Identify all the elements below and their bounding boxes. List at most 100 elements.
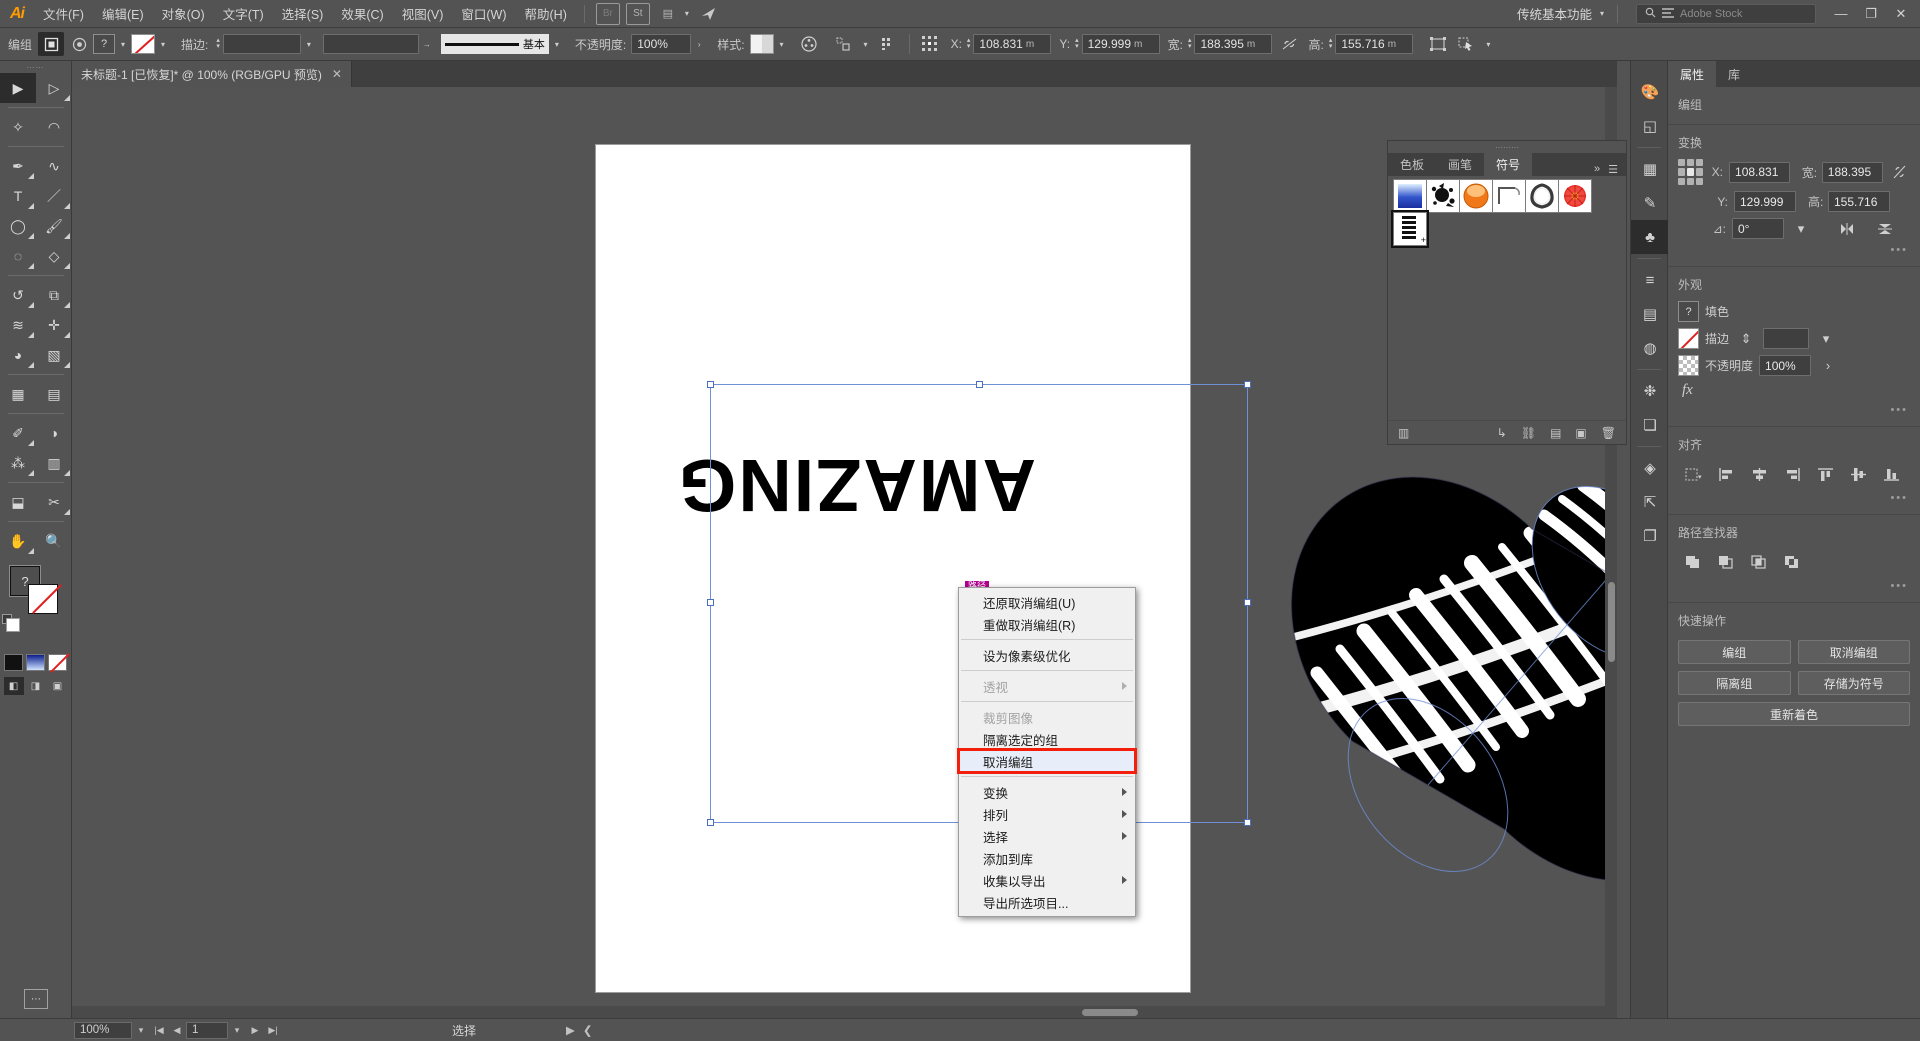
scale-tool[interactable]: ⧉: [36, 280, 72, 310]
tab-brushes[interactable]: 画笔: [1436, 153, 1484, 176]
direct-selection-tool[interactable]: ▷: [36, 73, 72, 103]
stroke-chevron-icon[interactable]: ▾: [155, 34, 171, 54]
workspace-switcher[interactable]: 传统基本功能: [1511, 2, 1598, 25]
paintbrush-tool[interactable]: 🖌: [36, 211, 72, 241]
symbol-blue-gradient[interactable]: [1393, 179, 1427, 213]
stroke-color-swatch[interactable]: [131, 34, 155, 54]
appearance-stroke-swatch[interactable]: [1678, 328, 1699, 349]
appearance-more-options[interactable]: •••: [1668, 402, 1920, 420]
color-guide-icon[interactable]: ◱: [1631, 109, 1669, 143]
pathfinder-more-options[interactable]: •••: [1668, 578, 1920, 596]
restore-button[interactable]: ❐: [1856, 1, 1886, 27]
symbol-libraries-icon[interactable]: ▥: [1388, 426, 1409, 440]
color-swatch-button[interactable]: [4, 654, 23, 671]
line-segment-tool[interactable]: ／: [36, 181, 72, 211]
full-screen-mode-icon[interactable]: ▣: [48, 677, 68, 695]
minus-front-icon[interactable]: [1711, 550, 1741, 574]
horizontal-scroll-thumb[interactable]: [1082, 1009, 1138, 1016]
zoom-chevron-icon[interactable]: ▾: [132, 1022, 150, 1039]
slice-tool[interactable]: ✂: [36, 487, 72, 517]
toolbar-grip[interactable]: ⋯⋯: [0, 61, 71, 73]
zoom-tool[interactable]: 🔍: [36, 526, 72, 556]
transform-x-field[interactable]: 108.831: [1729, 162, 1790, 183]
menu-select[interactable]: 选择(S): [273, 1, 333, 26]
stroke-weight-chevron-icon[interactable]: ▾: [1815, 329, 1837, 349]
intersect-icon[interactable]: [1744, 550, 1774, 574]
width-stepper[interactable]: ▴▾: [1188, 38, 1192, 50]
x-field[interactable]: 108.831 m: [973, 34, 1051, 54]
appearance-opacity-field[interactable]: 100%: [1759, 355, 1811, 376]
align-center-vertical-icon[interactable]: [1843, 462, 1873, 486]
delete-symbol-icon[interactable]: 🗑: [1601, 426, 1616, 440]
group-button[interactable]: 编组: [1678, 640, 1791, 664]
chevron-down-icon[interactable]: ▾: [685, 9, 689, 18]
selection-handle-br[interactable]: [1244, 819, 1251, 826]
document-tab[interactable]: 未标题-1 [已恢复]* @ 100% (RGB/GPU 预览) ✕: [72, 61, 352, 87]
reference-point-selector[interactable]: [1678, 159, 1703, 185]
fill-chevron-icon[interactable]: ▾: [115, 34, 131, 54]
zoom-level-field[interactable]: 100%: [74, 1022, 132, 1039]
transform-angle-field[interactable]: 0°: [1732, 218, 1784, 239]
gradient-tool[interactable]: ▤: [36, 379, 72, 409]
align-to-selection-icon[interactable]: ▾: [1678, 462, 1708, 486]
select-cursor-icon[interactable]: [1453, 32, 1479, 56]
width-tool[interactable]: ≋: [0, 310, 36, 340]
artboard-tool[interactable]: ⬓: [0, 487, 36, 517]
canvas-horizontal-scrollbar[interactable]: [72, 1006, 1617, 1018]
opacity-swatch-icon[interactable]: [1678, 355, 1699, 376]
pathfinder-panel-icon[interactable]: ❏: [1631, 408, 1669, 442]
next-artboard-icon[interactable]: ▶: [246, 1022, 264, 1039]
stroke-profile-preview[interactable]: 基本: [441, 34, 549, 54]
align-center-horizontal-icon[interactable]: [1744, 462, 1774, 486]
opacity-expand-icon[interactable]: ›: [1817, 356, 1839, 376]
pen-tool[interactable]: ✒: [0, 151, 36, 181]
swap-fill-stroke-icon[interactable]: [6, 618, 20, 632]
tab-swatches[interactable]: 色板: [1388, 153, 1436, 176]
context-menu-item-16[interactable]: 导出所选项目...: [959, 891, 1135, 913]
edit-toolbar-icon[interactable]: ⋯: [24, 989, 48, 1009]
curvature-tool[interactable]: ∿: [36, 151, 72, 181]
shaper-tool[interactable]: ◌: [0, 241, 36, 271]
swatches-panel-icon[interactable]: ▦: [1631, 152, 1669, 186]
context-menu-item-14[interactable]: 添加到库: [959, 847, 1135, 869]
save-as-symbol-button[interactable]: 存储为符号: [1798, 671, 1911, 695]
opacity-field[interactable]: 100%: [631, 34, 691, 54]
menu-edit[interactable]: 编辑(E): [93, 1, 153, 26]
recolor-artwork-icon[interactable]: [796, 32, 822, 56]
transform-h-field[interactable]: 155.716: [1828, 191, 1890, 212]
exclude-icon[interactable]: [1777, 550, 1807, 574]
stroke-weight-stepper[interactable]: ▴▾: [216, 38, 220, 50]
tab-libraries[interactable]: 库: [1716, 61, 1752, 87]
status-back-icon[interactable]: ❮: [583, 1023, 593, 1037]
menu-help[interactable]: 帮助(H): [516, 1, 576, 26]
context-menu-item-12[interactable]: 排列: [959, 803, 1135, 825]
transform-handles-icon[interactable]: [1425, 32, 1451, 56]
transform-y-field[interactable]: 129.999: [1734, 191, 1796, 212]
gradient-swatch-button[interactable]: [26, 654, 45, 671]
options-chevron-icon[interactable]: ▾: [1480, 34, 1496, 54]
transform-w-field[interactable]: 188.395: [1822, 162, 1883, 183]
tab-symbols[interactable]: 符号: [1484, 153, 1532, 176]
asset-export-panel-icon[interactable]: ⇱: [1631, 485, 1669, 519]
last-artboard-icon[interactable]: ▶|: [264, 1022, 282, 1039]
symbols-panel-grip[interactable]: ⋯⋯⋯: [1388, 141, 1626, 153]
selection-tool[interactable]: ▶: [0, 73, 36, 103]
unite-icon[interactable]: [1678, 550, 1708, 574]
symbol-wreath[interactable]: [1525, 179, 1559, 213]
discover-icon[interactable]: [697, 3, 721, 25]
panel-menu-icon[interactable]: ☰: [1608, 163, 1618, 176]
opacity-expand-icon[interactable]: ›: [691, 34, 707, 54]
prev-artboard-icon[interactable]: ◀: [168, 1022, 186, 1039]
height-stepper[interactable]: ▴▾: [1329, 38, 1333, 50]
artboard-chevron-icon[interactable]: ▾: [228, 1022, 246, 1039]
tab-properties[interactable]: 属性: [1668, 61, 1716, 87]
context-menu[interactable]: 还原取消编组(U)重做取消编组(R)设为像素级优化透视裁剪图像隔离选定的组取消编…: [958, 587, 1136, 917]
context-menu-item-3[interactable]: 设为像素级优化: [959, 644, 1135, 666]
context-menu-item-9[interactable]: 取消编组: [959, 750, 1135, 772]
stroke-weight-chevron-icon[interactable]: ▾: [301, 34, 317, 54]
symbol-red-flower[interactable]: [1558, 179, 1592, 213]
selection-handle-bl[interactable]: [707, 819, 714, 826]
selection-handle-mr[interactable]: [1244, 599, 1251, 606]
symbol-orange-sphere[interactable]: [1459, 179, 1493, 213]
eyedropper-tool[interactable]: ✐: [0, 418, 36, 448]
